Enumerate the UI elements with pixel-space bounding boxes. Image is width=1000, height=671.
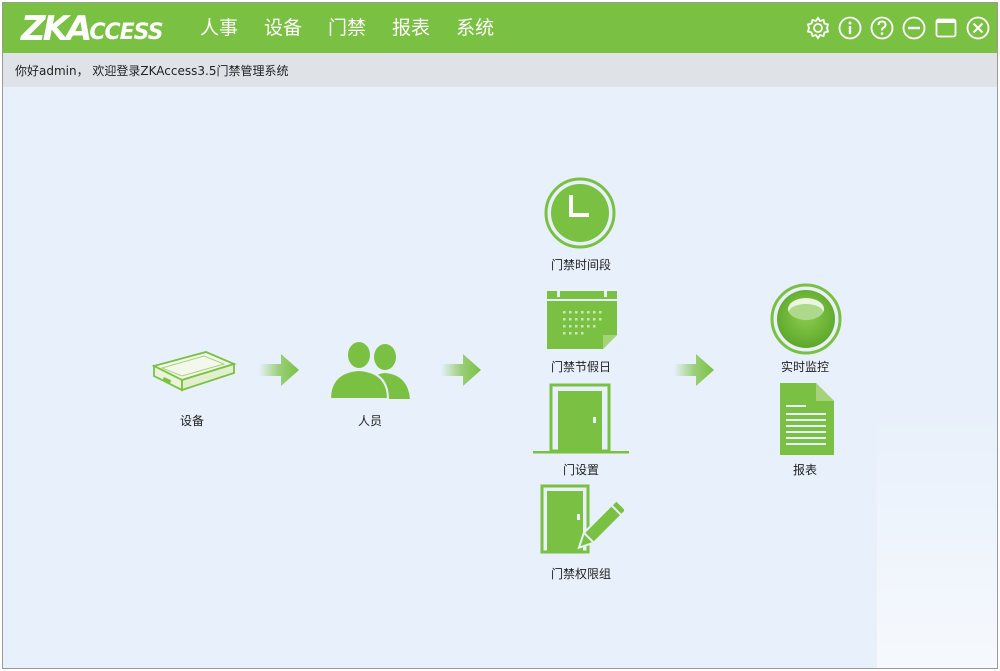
menu-item-device[interactable]: 设备 [264, 3, 302, 53]
door-icon[interactable] [533, 383, 629, 455]
arrow-right-icon [674, 354, 714, 386]
logo-sub-text: CCESS [89, 20, 163, 45]
menu-item-access[interactable]: 门禁 [328, 3, 366, 53]
door-setup-label: 门设置 [562, 463, 599, 477]
device-label: 设备 [179, 414, 204, 428]
zkaccess-logo: ZKA CCESS [21, 9, 164, 49]
menu-item-report[interactable]: 报表 [392, 3, 430, 53]
window-controls [805, 15, 991, 41]
greeting-text: 你好admin， 欢迎登录ZKAccess3.5门禁管理系统 [15, 64, 289, 78]
personnel-label: 人员 [357, 414, 382, 428]
time-zone-label: 门禁时间段 [550, 258, 611, 272]
help-icon[interactable] [869, 15, 895, 41]
menu-item-system[interactable]: 系统 [456, 3, 494, 53]
report-document-icon[interactable] [778, 381, 836, 457]
realtime-monitor-label: 实时监控 [780, 360, 829, 374]
monitor-ball-icon[interactable] [770, 283, 842, 355]
arrow-right-icon [259, 354, 299, 386]
app-window: ZKA CCESS 人事 设备 门禁 报表 系统 你好admin， 欢迎登录ZK… [2, 2, 998, 669]
report-label: 报表 [792, 463, 817, 477]
door-edit-icon[interactable] [540, 484, 624, 558]
holiday-label: 门禁节假日 [550, 360, 611, 374]
minimize-icon[interactable] [901, 15, 927, 41]
device-icon[interactable] [148, 346, 238, 394]
close-icon[interactable] [965, 15, 991, 41]
menu-item-personnel[interactable]: 人事 [200, 3, 238, 53]
background-fade [877, 408, 997, 668]
arrow-right-icon [441, 354, 481, 386]
gear-icon[interactable] [805, 15, 831, 41]
maximize-icon[interactable] [933, 15, 959, 41]
top-bar: ZKA CCESS 人事 设备 门禁 报表 系统 [3, 3, 997, 53]
access-level-label: 门禁权限组 [550, 567, 611, 581]
main-menu: 人事 设备 门禁 报表 系统 [200, 3, 520, 53]
greeting-bar: 你好admin， 欢迎登录ZKAccess3.5门禁管理系统 [3, 53, 997, 87]
personnel-icon[interactable] [328, 339, 414, 399]
logo-main-text: ZKA [21, 9, 92, 49]
clock-icon[interactable] [544, 177, 616, 249]
info-icon[interactable] [837, 15, 863, 41]
calendar-icon[interactable] [545, 287, 619, 349]
